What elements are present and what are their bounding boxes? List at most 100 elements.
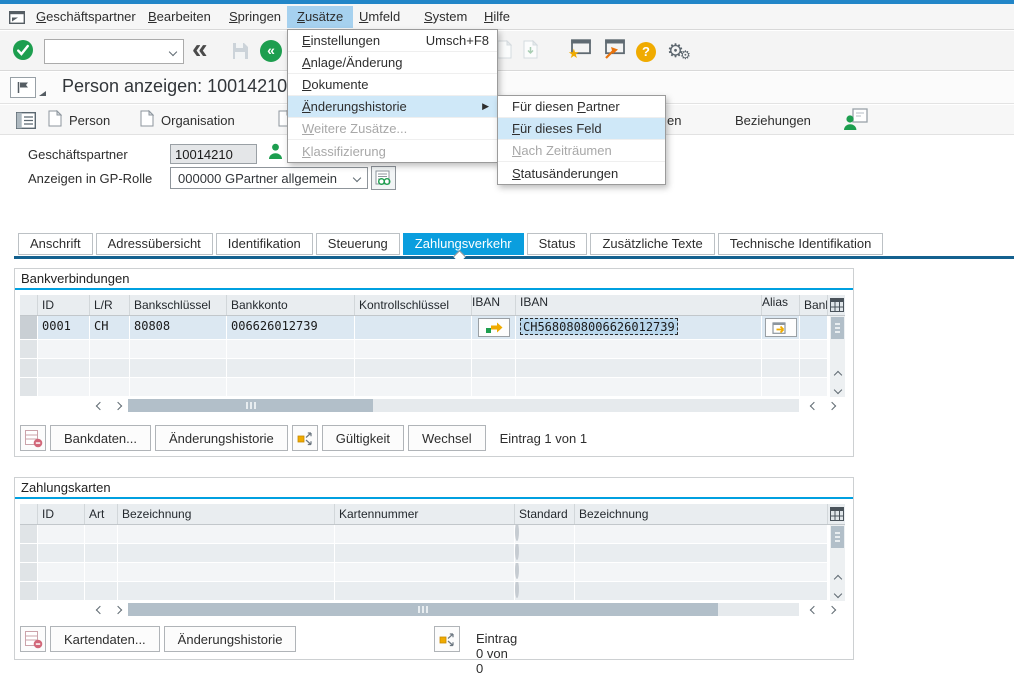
scroll-left-button[interactable] — [806, 399, 822, 412]
menu-zusaetze[interactable]: Zusätze — [287, 6, 353, 28]
menu-springen[interactable]: Springen — [219, 6, 291, 28]
new-session-icon[interactable]: ★ — [568, 39, 591, 64]
row-selector[interactable] — [20, 340, 38, 359]
menu-geschaeftspartner[interactable]: Geschäftspartner — [26, 6, 146, 28]
window-menu-icon[interactable] — [9, 11, 25, 29]
cell-bankkonto[interactable]: 006626012739 — [227, 316, 355, 340]
help-icon[interactable]: ? — [636, 42, 656, 62]
table-settings-icon[interactable] — [830, 507, 844, 526]
gueltigkeit-button[interactable]: Gültigkeit — [322, 425, 404, 451]
tab-steuerung[interactable]: Steuerung — [316, 233, 400, 255]
scroll-down-button[interactable] — [831, 586, 844, 601]
enter-icon[interactable] — [12, 39, 34, 66]
column-header-bank[interactable]: Bank — [800, 295, 828, 315]
partner-field[interactable] — [170, 144, 257, 164]
scroll-right-button[interactable] — [824, 603, 840, 616]
create-shortcut-icon[interactable] — [602, 39, 625, 64]
tab-technische-identifikation[interactable]: Technische Identifikation — [718, 233, 884, 255]
scroll-track[interactable] — [128, 399, 799, 412]
menu-item-aenderungshistorie[interactable]: Änderungshistorie ▶ — [288, 96, 497, 118]
scroll-track[interactable] — [128, 603, 799, 616]
expand-entries-icon[interactable] — [292, 425, 318, 451]
column-header-bezeichnung[interactable]: Bezeichnung — [118, 504, 335, 524]
command-field[interactable] — [44, 39, 184, 64]
menu-item-einstellungen[interactable]: Einstellungen Umsch+F8 — [288, 30, 497, 52]
standard-radio[interactable] — [515, 582, 519, 598]
row-selector[interactable] — [20, 544, 38, 563]
iban-display-button[interactable] — [478, 318, 510, 337]
menu-system[interactable]: System — [414, 6, 477, 28]
command-dropdown-icon[interactable] — [169, 47, 177, 55]
column-selector-header[interactable] — [20, 504, 38, 524]
column-header-id[interactable]: ID — [38, 504, 85, 524]
column-header-id[interactable]: ID — [38, 295, 90, 315]
relationship-icon[interactable] — [843, 108, 869, 130]
column-header-standard[interactable]: Standard — [515, 504, 575, 524]
chevron-down-icon[interactable] — [353, 174, 361, 182]
alias-button[interactable] — [765, 318, 797, 337]
command-input[interactable] — [49, 44, 170, 59]
column-header-bezeichnung2[interactable]: Bezeichnung — [575, 504, 828, 524]
column-header-kontrollschluessel[interactable]: Kontrollschlüssel — [355, 295, 472, 315]
standard-radio[interactable] — [515, 563, 519, 579]
beziehungen-button[interactable]: Beziehungen — [735, 109, 811, 131]
partially-hidden-button[interactable]: en — [667, 109, 681, 131]
cell-kontrollschluessel[interactable] — [355, 316, 472, 340]
standard-radio[interactable] — [515, 525, 519, 541]
table-settings-icon[interactable] — [830, 298, 844, 317]
menu-item-dokumente[interactable]: Dokumente — [288, 74, 497, 96]
role-select[interactable]: 000000 GPartner allgemein — [170, 167, 368, 189]
aenderungshistorie-button[interactable]: Änderungshistorie — [164, 626, 297, 652]
delete-row-button[interactable] — [20, 425, 46, 451]
locator-icon[interactable] — [16, 109, 36, 131]
back-icon[interactable]: « — [192, 33, 205, 65]
cards-hscrollbar[interactable] — [20, 601, 845, 618]
column-header-kartennummer[interactable]: Kartennummer — [335, 504, 515, 524]
bank-hscrollbar[interactable] — [20, 397, 845, 414]
column-header-iban-btn[interactable]: IBAN — [472, 295, 516, 315]
column-header-art[interactable]: Art — [85, 504, 118, 524]
organisation-button[interactable]: Organisation — [140, 109, 235, 131]
tab-status[interactable]: Status — [527, 233, 588, 255]
role-display-icon[interactable] — [371, 166, 396, 190]
menu-hilfe[interactable]: Hilfe — [474, 6, 520, 28]
settings-icon[interactable]: ⚙ ⚙ — [667, 40, 693, 64]
services-for-object-dropdown-icon[interactable] — [36, 77, 48, 98]
column-header-bankkonto[interactable]: Bankkonto — [227, 295, 355, 315]
iban-value[interactable]: CH5680808006626012739 — [520, 318, 678, 335]
person-button[interactable]: Person — [48, 109, 110, 131]
submenu-item-fuer-dieses-feld[interactable]: Für dieses Feld — [498, 118, 665, 140]
tab-identifikation[interactable]: Identifikation — [216, 233, 313, 255]
delete-row-button[interactable] — [20, 626, 46, 652]
scroll-right-button[interactable] — [824, 399, 840, 412]
scroll-thumb[interactable] — [128, 603, 718, 616]
column-selector-header[interactable] — [20, 295, 38, 315]
kartendaten-button[interactable]: Kartendaten... — [50, 626, 160, 652]
bank-table-row[interactable]: 0001 CH 80808 006626012739 CH56808080066… — [20, 316, 845, 340]
exit-icon[interactable]: « — [260, 40, 282, 62]
cell-id[interactable]: 0001 — [38, 316, 90, 340]
tab-adressuebersicht[interactable]: Adressübersicht — [96, 233, 213, 255]
scroll-right-button[interactable] — [110, 603, 126, 616]
wechsel-button[interactable]: Wechsel — [408, 425, 486, 451]
menu-item-anlage-aenderung[interactable]: Anlage/Änderung — [288, 52, 497, 74]
scroll-up-button[interactable] — [831, 571, 844, 586]
submenu-item-fuer-diesen-partner[interactable]: Für diesen Partner — [498, 96, 665, 118]
cell-iban[interactable]: CH5680808006626012739 — [516, 316, 762, 340]
cards-vscrollbar[interactable] — [830, 525, 845, 601]
row-selector[interactable] — [20, 316, 38, 340]
standard-radio[interactable] — [515, 544, 519, 560]
services-for-object-icon[interactable] — [10, 77, 36, 98]
row-selector[interactable] — [20, 378, 38, 397]
scroll-thumb[interactable] — [128, 399, 373, 412]
aenderungshistorie-button[interactable]: Änderungshistorie — [155, 425, 288, 451]
scroll-thumb[interactable] — [831, 317, 844, 339]
cell-lr[interactable]: CH — [90, 316, 130, 340]
row-selector[interactable] — [20, 525, 38, 544]
scroll-down-button[interactable] — [831, 382, 844, 397]
scroll-right-button[interactable] — [110, 399, 126, 412]
bank-vscrollbar[interactable] — [830, 316, 845, 397]
row-selector[interactable] — [20, 563, 38, 582]
menu-bearbeiten[interactable]: Bearbeiten — [138, 6, 221, 28]
row-selector[interactable] — [20, 359, 38, 378]
